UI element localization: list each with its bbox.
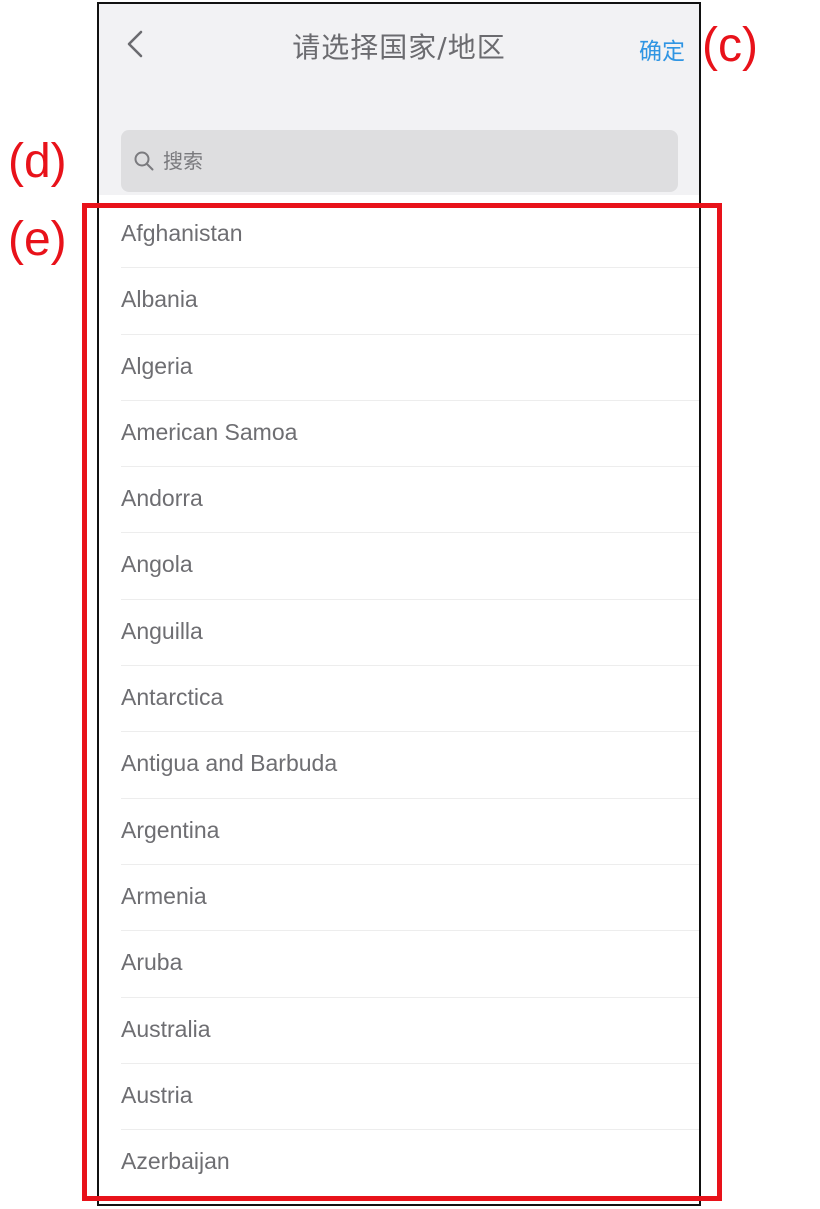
annotation-label-e: (e) (8, 213, 67, 266)
annotation-label-c: (c) (702, 19, 758, 72)
screenshot-canvas: 请选择国家/地区 确定 AfghanistanAlbaniaAlgeriaAme… (0, 0, 820, 1209)
search-input[interactable] (163, 130, 663, 192)
annotation-box-e (82, 203, 722, 1201)
search-icon (134, 151, 154, 171)
search-bar[interactable] (121, 130, 678, 192)
confirm-button[interactable]: 确定 (639, 32, 685, 66)
page-title: 请选择国家/地区 (292, 31, 506, 64)
top-bar: 请选择国家/地区 确定 (99, 4, 699, 195)
annotation-label-d: (d) (8, 135, 67, 188)
